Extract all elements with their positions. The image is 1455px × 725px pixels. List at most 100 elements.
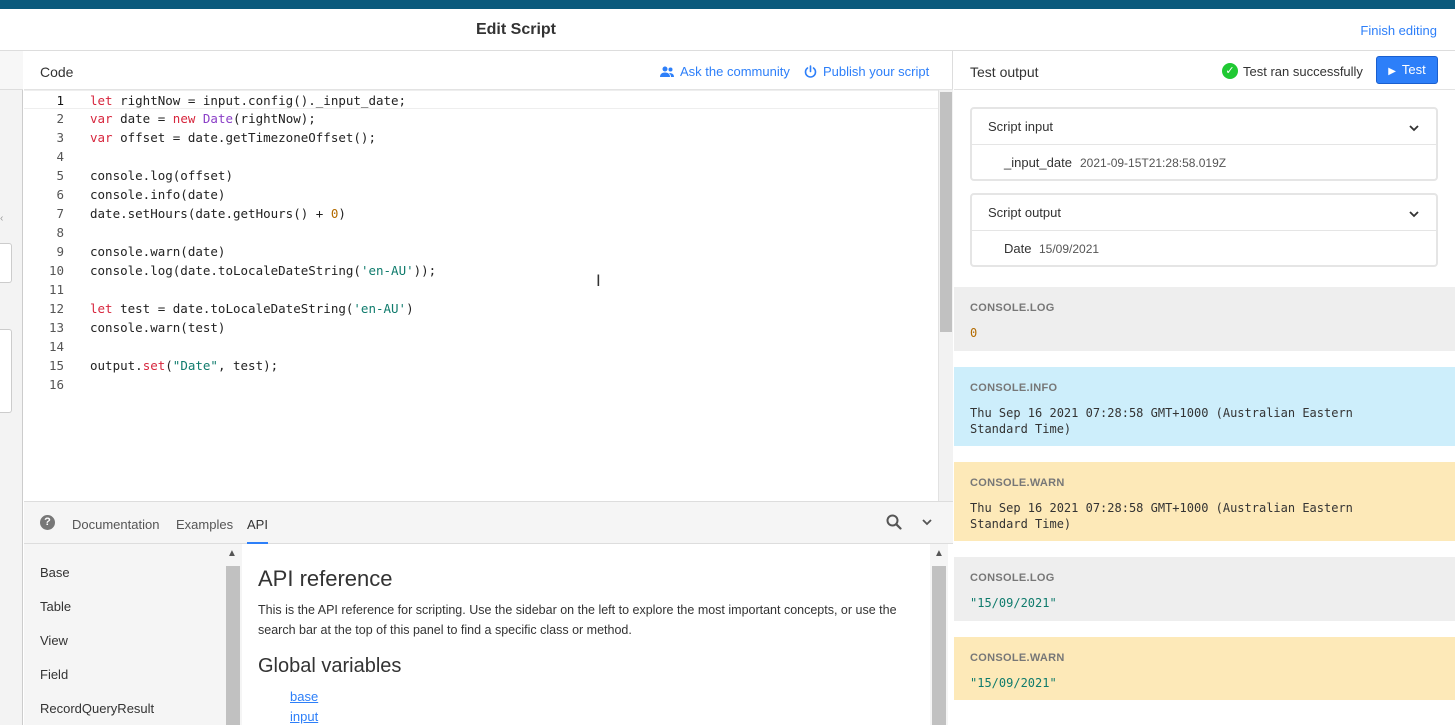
- link-input[interactable]: input: [290, 709, 318, 724]
- code-token: , test);: [217, 358, 279, 373]
- sidebar-item-view[interactable]: View: [40, 633, 68, 648]
- code-editor[interactable]: 1 let rightNow = input.config()._input_da…: [24, 90, 938, 501]
- scroll-up-icon[interactable]: ▲: [226, 548, 238, 559]
- line-number: 5: [56, 168, 64, 183]
- test-output-header: Test output ✓ Test ran successfully ▶ Tes…: [954, 51, 1455, 90]
- test-button[interactable]: ▶ Test: [1376, 56, 1438, 84]
- code-line[interactable]: 12 let test = date.toLocaleDateString('en…: [24, 299, 938, 318]
- code-token: test = date.toLocaleDateString(: [112, 301, 354, 316]
- editor-scrollbar[interactable]: [938, 90, 953, 501]
- code-line[interactable]: 15 output.set("Date", test);: [24, 356, 938, 375]
- code-line[interactable]: 1 let rightNow = input.config()._input_da…: [24, 90, 938, 109]
- log-value: 0: [970, 326, 978, 340]
- code-token: offset = date.getTimezoneOffset();: [112, 130, 376, 145]
- app-top-strip: [0, 0, 1455, 9]
- code-text: output.set("Date", test);: [90, 356, 278, 375]
- code-token: var: [90, 130, 113, 145]
- chevron-down-icon[interactable]: [921, 516, 933, 528]
- code-line[interactable]: 14: [24, 337, 938, 356]
- code-line[interactable]: 5 console.log(offset): [24, 166, 938, 185]
- line-number: 8: [56, 225, 64, 240]
- script-output-title: Script output: [988, 205, 1061, 220]
- log-type: CONSOLE.LOG: [970, 302, 1055, 314]
- finish-editing-link[interactable]: Finish editing: [1360, 23, 1437, 38]
- input-key: _input_date: [1004, 155, 1072, 170]
- line-number: 7: [56, 206, 64, 221]
- code-token: new: [172, 111, 196, 126]
- test-button-label: Test: [1401, 62, 1426, 77]
- script-output-header[interactable]: Script output: [972, 195, 1436, 231]
- publish-script-link[interactable]: Publish your script: [804, 64, 929, 79]
- content-scrollbar-thumb[interactable]: [932, 566, 946, 725]
- code-text: date.setHours(date.getHours() + 0): [90, 204, 346, 223]
- sidebar-item-field[interactable]: Field: [40, 667, 68, 682]
- api-sidebar: Base Table View Field RecordQueryResult: [24, 544, 242, 725]
- code-token: ): [406, 301, 414, 316]
- sidebar-item-table[interactable]: Table: [40, 599, 71, 614]
- code-line[interactable]: 13 console.warn(test): [24, 318, 938, 337]
- code-line[interactable]: 9 console.warn(date): [24, 242, 938, 261]
- log-value: Thu Sep 16 2021 07:28:58 GMT+1000 (Austr…: [970, 406, 1353, 436]
- line-number: 4: [56, 149, 64, 164]
- log-value: "15/09/2021": [970, 596, 1057, 610]
- code-text: var date = new Date(rightNow);: [90, 109, 316, 128]
- docs-header: ? Documentation Examples API: [24, 502, 953, 544]
- code-text: console.info(date): [90, 185, 225, 204]
- editor-scrollbar-thumb[interactable]: [940, 92, 952, 332]
- code-text: let test = date.toLocaleDateString('en-A…: [90, 299, 414, 318]
- sidebar-item-base[interactable]: Base: [40, 565, 70, 580]
- line-number: 13: [48, 320, 64, 335]
- chevron-down-icon[interactable]: [1408, 208, 1420, 220]
- test-status: ✓ Test ran successfully: [1222, 63, 1363, 79]
- scroll-up-icon[interactable]: ▲: [933, 548, 945, 559]
- left-panel-card[interactable]: [0, 329, 12, 413]
- api-reference-content: API reference This is the API reference …: [242, 544, 930, 725]
- text-cursor-icon: I: [596, 271, 601, 290]
- sidebar-scrollbar-thumb[interactable]: [226, 566, 240, 725]
- docs-panel: ? Documentation Examples API Base Table …: [24, 501, 953, 725]
- tab-api[interactable]: API: [247, 517, 268, 544]
- log-value: Thu Sep 16 2021 07:28:58 GMT+1000 (Austr…: [970, 501, 1353, 531]
- input-value: 2021-09-15T21:28:58.019Z: [1080, 156, 1227, 170]
- code-line[interactable]: 3 var offset = date.getTimezoneOffset();: [24, 128, 938, 147]
- script-input-header[interactable]: Script input: [972, 109, 1436, 145]
- log-entry: CONSOLE.LOG "15/09/2021": [954, 557, 1455, 621]
- tab-documentation[interactable]: Documentation: [72, 517, 159, 532]
- line-number: 14: [48, 339, 64, 354]
- code-line[interactable]: 7 date.setHours(date.getHours() + 0): [24, 204, 938, 223]
- users-icon: [660, 66, 674, 77]
- warn-entry: CONSOLE.WARN Thu Sep 16 2021 07:28:58 GM…: [954, 462, 1455, 541]
- code-text: console.warn(test): [90, 318, 225, 337]
- help-icon[interactable]: ?: [40, 515, 55, 530]
- code-line[interactable]: 10 console.log(date.toLocaleDateString('e…: [24, 261, 938, 280]
- info-entry: CONSOLE.INFO Thu Sep 16 2021 07:28:58 GM…: [954, 367, 1455, 446]
- sidebar-item-recordqueryresult[interactable]: RecordQueryResult: [40, 701, 154, 716]
- code-line[interactable]: 6 console.info(date): [24, 185, 938, 204]
- tab-examples[interactable]: Examples: [176, 517, 233, 532]
- code-line[interactable]: 11: [24, 280, 938, 299]
- content-scrollbar[interactable]: ▲: [930, 544, 948, 725]
- code-token: let: [90, 301, 113, 316]
- left-panel-card[interactable]: [0, 243, 12, 283]
- line-number: 6: [56, 187, 64, 202]
- left-panel-edge-mark: ‹: [0, 213, 4, 224]
- sidebar-scrollbar[interactable]: ▲: [223, 544, 241, 725]
- ask-community-label: Ask the community: [680, 64, 790, 79]
- code-text: console.warn(date): [90, 242, 225, 261]
- power-icon: [804, 65, 817, 78]
- collapsed-left-panel: ‹: [0, 51, 23, 725]
- script-output-card: Script output Date 15/09/2021: [970, 193, 1438, 267]
- play-icon: ▶: [1388, 66, 1396, 77]
- warn-entry: CONSOLE.WARN "15/09/2021": [954, 637, 1455, 700]
- code-token: "Date": [172, 358, 218, 373]
- code-token: Date: [202, 111, 234, 126]
- code-line[interactable]: 4: [24, 147, 938, 166]
- search-icon[interactable]: [886, 514, 902, 530]
- code-line[interactable]: 16: [24, 375, 938, 394]
- ask-community-link[interactable]: Ask the community: [660, 64, 790, 79]
- line-number: 16: [48, 377, 64, 392]
- chevron-down-icon[interactable]: [1408, 122, 1420, 134]
- code-line[interactable]: 8: [24, 223, 938, 242]
- link-base[interactable]: base: [290, 689, 318, 704]
- code-line[interactable]: 2 var date = new Date(rightNow);: [24, 109, 938, 128]
